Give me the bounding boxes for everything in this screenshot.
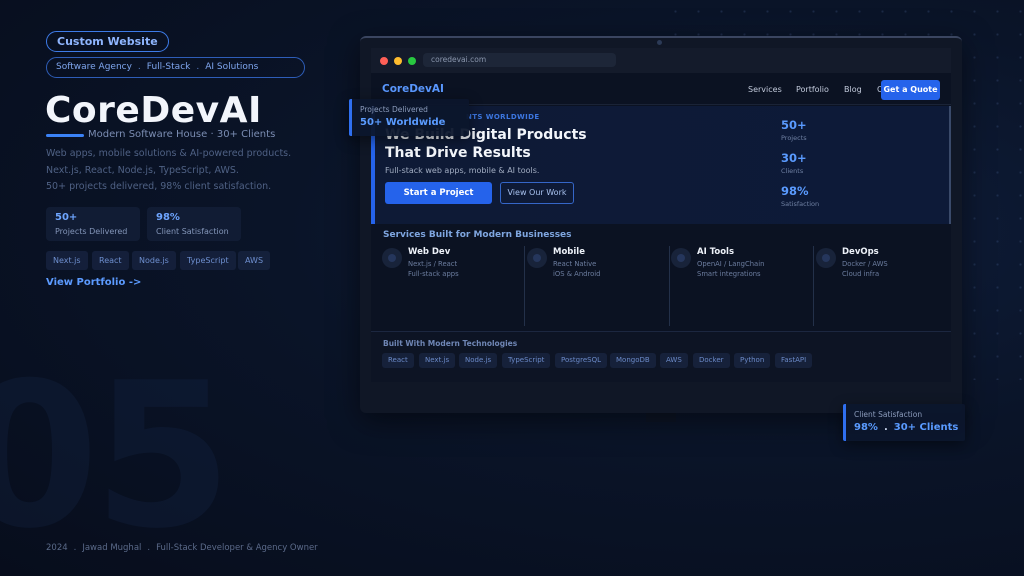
browser-chrome: coredevai.com xyxy=(371,48,951,73)
tech-chip: TypeScript xyxy=(180,251,236,270)
brand-title: CoreDevAI xyxy=(45,90,262,131)
tech-chip: React xyxy=(92,251,129,270)
service-title: Mobile xyxy=(553,247,585,257)
tag-item: Software Agency xyxy=(56,62,132,72)
tech-chip: AWS xyxy=(238,251,271,270)
tech-chip: React xyxy=(382,353,414,368)
projects-float-card: Projects Delivered 50+ Worldwide xyxy=(349,99,469,136)
service-card-devops[interactable]: DevOps Docker / AWS Cloud infra xyxy=(816,246,951,326)
hero-eyebrow: NTS WORLDWIDE xyxy=(466,113,540,121)
brand-tagline: Modern Software House · 30+ Clients xyxy=(88,129,276,140)
phone-icon xyxy=(527,248,547,268)
hero-stat-clients: 30+ Clients xyxy=(781,151,807,175)
hero-stat-projects: 50+ Projects xyxy=(781,118,807,142)
footer-year: 2024 xyxy=(46,543,68,553)
url-bar[interactable]: coredevai.com xyxy=(423,53,616,67)
tech-chip: Docker xyxy=(693,353,730,368)
description-line: 50+ projects delivered, 98% client satis… xyxy=(46,181,272,192)
site-logo[interactable]: CoreDevAI xyxy=(382,83,444,95)
stat-value: 50+ xyxy=(55,212,78,223)
description-line: Web apps, mobile solutions & AI-powered … xyxy=(46,148,292,159)
tech-chip: FastAPI xyxy=(775,353,813,368)
service-detail: OpenAI / LangChain xyxy=(697,260,765,268)
hero-title-line: That Drive Results xyxy=(385,145,531,161)
tech-chip: MongoDB xyxy=(610,353,656,368)
stat-card-satisfaction: 98% Client Satisfaction xyxy=(147,207,241,241)
globe-icon xyxy=(382,248,402,268)
service-card-web[interactable]: Web Dev Next.js / React Full-stack apps xyxy=(382,246,525,326)
nav-services[interactable]: Services xyxy=(748,85,782,94)
close-dot-icon[interactable] xyxy=(380,57,388,65)
service-divider xyxy=(813,246,814,326)
footer-role: Full-Stack Developer & Agency Owner xyxy=(156,543,318,553)
ai-icon xyxy=(671,248,691,268)
hero-stat-satisfaction: 98% Satisfaction xyxy=(781,184,819,208)
float-value: 98%. 30+ Clients xyxy=(854,422,959,433)
view-portfolio-link[interactable]: View Portfolio -> xyxy=(46,277,141,288)
nav-portfolio[interactable]: Portfolio xyxy=(796,85,829,94)
service-detail: Cloud infra xyxy=(842,270,880,278)
stat-card-projects: 50+ Projects Delivered xyxy=(46,207,140,241)
service-divider xyxy=(669,246,670,326)
tag-item: Full-Stack xyxy=(146,62,191,72)
view-work-button[interactable]: View Our Work xyxy=(500,182,574,204)
service-detail: Full-stack apps xyxy=(408,270,459,278)
service-title: AI Tools xyxy=(697,247,735,257)
float-value: 50+ Worldwide xyxy=(360,117,446,128)
nav-blog[interactable]: Blog xyxy=(844,85,862,94)
monitor-frame: coredevai.com CoreDevAI Services Portfol… xyxy=(360,36,962,413)
stat-value: 98% xyxy=(781,184,809,198)
service-title: Web Dev xyxy=(408,247,451,257)
float-value-a: 98% xyxy=(854,422,878,433)
stat-value: 30+ xyxy=(781,151,807,165)
stat-value: 50+ xyxy=(781,118,807,132)
cloud-icon xyxy=(816,248,836,268)
tech-chip: TypeScript xyxy=(502,353,551,368)
brand-underline xyxy=(46,134,84,137)
service-detail: Next.js / React xyxy=(408,260,458,268)
satisfaction-float-card: Client Satisfaction 98%. 30+ Clients xyxy=(843,404,965,441)
service-detail: React Native xyxy=(553,260,597,268)
start-project-button[interactable]: Start a Project xyxy=(385,182,492,204)
float-label: Projects Delivered xyxy=(360,105,428,114)
stat-label: Satisfaction xyxy=(781,200,820,208)
services-heading: Services Built for Modern Businesses xyxy=(383,230,572,240)
stat-label: Projects xyxy=(781,134,807,142)
footer-author: Jawad Mughal xyxy=(82,543,142,553)
get-quote-button[interactable]: Get a Quote xyxy=(881,80,940,100)
tech-chip: PostgreSQL xyxy=(555,353,607,368)
background-number: 05 xyxy=(0,340,232,573)
stat-label: Clients xyxy=(781,167,804,175)
tech-chip: Next.js xyxy=(419,353,456,368)
tech-stack-panel: Built With Modern Technologies React Nex… xyxy=(371,331,951,382)
tags-pill: Software Agency. Full-Stack. AI Solutions xyxy=(46,57,305,78)
maximize-dot-icon[interactable] xyxy=(408,57,416,65)
tag-item: AI Solutions xyxy=(205,62,259,72)
description-line: Next.js, React, Node.js, TypeScript, AWS… xyxy=(46,165,239,176)
stat-label: Client Satisfaction xyxy=(156,227,229,236)
hero-subtitle: Full-stack web apps, mobile & AI tools. xyxy=(385,166,540,175)
service-detail: Smart integrations xyxy=(697,270,761,278)
camera-icon xyxy=(657,40,662,45)
service-card-ai[interactable]: AI Tools OpenAI / LangChain Smart integr… xyxy=(671,246,814,326)
stat-label: Projects Delivered xyxy=(55,227,128,236)
footer-credit: 2024. Jawad Mughal. Full-Stack Developer &… xyxy=(46,543,318,553)
service-divider xyxy=(524,246,525,326)
tech-chip: Next.js xyxy=(46,251,88,270)
float-label: Client Satisfaction xyxy=(854,410,923,419)
tech-chip: Python xyxy=(734,353,771,368)
tech-chip: AWS xyxy=(660,353,688,368)
tech-heading: Built With Modern Technologies xyxy=(383,339,518,348)
service-title: DevOps xyxy=(842,247,879,257)
minimize-dot-icon[interactable] xyxy=(394,57,402,65)
tech-chip: Node.js xyxy=(459,353,498,368)
float-value-b: 30+ Clients xyxy=(893,422,959,433)
service-detail: Docker / AWS xyxy=(842,260,888,268)
service-detail: iOS & Android xyxy=(553,270,601,278)
tech-chip: Node.js xyxy=(132,251,176,270)
stat-value: 98% xyxy=(156,212,180,223)
service-card-mobile[interactable]: Mobile React Native iOS & Android xyxy=(527,246,670,326)
custom-website-badge: Custom Website xyxy=(46,31,169,52)
